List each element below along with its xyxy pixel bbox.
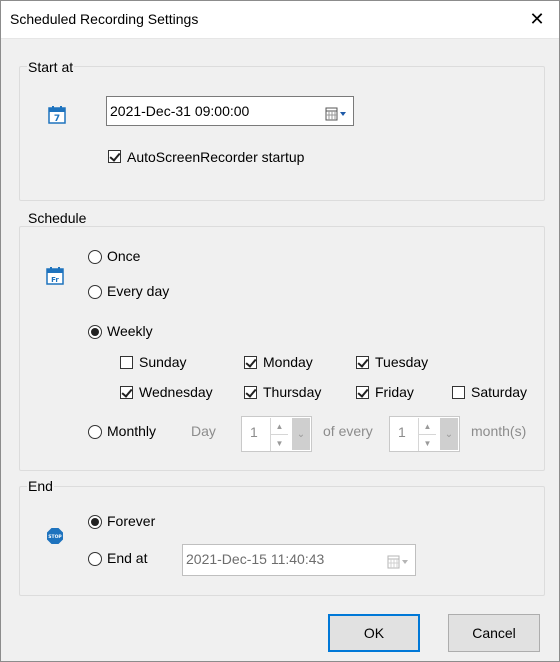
svg-text:7: 7 [54,114,60,124]
sunday-label[interactable]: Sunday [139,354,186,370]
tuesday-checkbox[interactable] [356,356,369,369]
weekly-label[interactable]: Weekly [107,323,153,339]
end-group [19,486,545,596]
tuesday-label[interactable]: Tuesday [375,354,428,370]
monthly-day-label: Day [191,423,216,439]
wednesday-label[interactable]: Wednesday [139,384,213,400]
ok-button[interactable]: OK [328,614,420,652]
window-title: Scheduled Recording Settings [10,11,199,27]
close-icon[interactable]: ✕ [514,0,560,38]
calendar-fr-icon: Fr [46,267,64,285]
once-label[interactable]: Once [107,248,140,264]
sunday-checkbox[interactable] [120,356,133,369]
wednesday-checkbox[interactable] [120,386,133,399]
end-at-radio[interactable] [88,552,102,566]
thursday-checkbox[interactable] [244,386,257,399]
monthly-label[interactable]: Monthly [107,423,156,439]
monday-label[interactable]: Monday [263,354,313,370]
once-radio[interactable] [88,250,102,264]
of-every-label: of every [323,423,373,439]
friday-label[interactable]: Friday [375,384,414,400]
spinner-down-icon[interactable]: ▼ [270,434,288,451]
monthly-day-value: 1 [250,424,258,440]
svg-text:Fr: Fr [51,276,59,284]
calendar-dropdown-icon[interactable] [387,552,411,569]
cancel-button[interactable]: Cancel [448,614,540,652]
calendar-dropdown-icon[interactable] [325,104,349,121]
title-bar: Scheduled Recording Settings ✕ [0,0,560,39]
monthly-day-spinner[interactable]: 1 ▲ ▼ ⌄ [241,416,312,452]
end-datetime-picker[interactable]: 2021-Dec-15 11:40:43 [182,544,416,576]
every-day-radio[interactable] [88,285,102,299]
friday-checkbox[interactable] [356,386,369,399]
chevron-down-icon[interactable]: ⌄ [440,418,458,450]
monthly-every-value: 1 [398,424,406,440]
end-at-label[interactable]: End at [107,550,147,566]
stop-sign-icon: STOP [46,527,64,545]
every-day-label[interactable]: Every day [107,283,169,299]
start-at-group [19,66,545,201]
monday-checkbox[interactable] [244,356,257,369]
saturday-label[interactable]: Saturday [471,384,527,400]
schedule-legend: Schedule [27,210,88,226]
calendar-7-icon: 7 [48,106,66,124]
end-legend: End [27,478,54,494]
thursday-label[interactable]: Thursday [263,384,321,400]
end-datetime-value: 2021-Dec-15 11:40:43 [186,551,325,567]
start-datetime-picker[interactable]: 2021-Dec-31 09:00:00 [106,96,354,126]
forever-radio[interactable] [88,515,102,529]
spinner-up-icon[interactable]: ▲ [418,418,436,434]
spinner-down-icon[interactable]: ▼ [418,434,436,451]
start-datetime-value: 2021-Dec-31 09:00:00 [110,103,250,119]
monthly-radio[interactable] [88,425,102,439]
start-at-legend: Start at [27,59,75,75]
chevron-down-icon[interactable]: ⌄ [292,418,310,450]
startup-checkbox[interactable] [108,150,121,163]
monthly-every-spinner[interactable]: 1 ▲ ▼ ⌄ [389,416,460,452]
startup-label[interactable]: AutoScreenRecorder startup [127,149,304,165]
months-label: month(s) [471,423,527,439]
forever-label[interactable]: Forever [107,513,155,529]
saturday-checkbox[interactable] [452,386,465,399]
svg-text:STOP: STOP [48,534,62,540]
spinner-up-icon[interactable]: ▲ [270,418,288,434]
weekly-radio[interactable] [88,325,102,339]
